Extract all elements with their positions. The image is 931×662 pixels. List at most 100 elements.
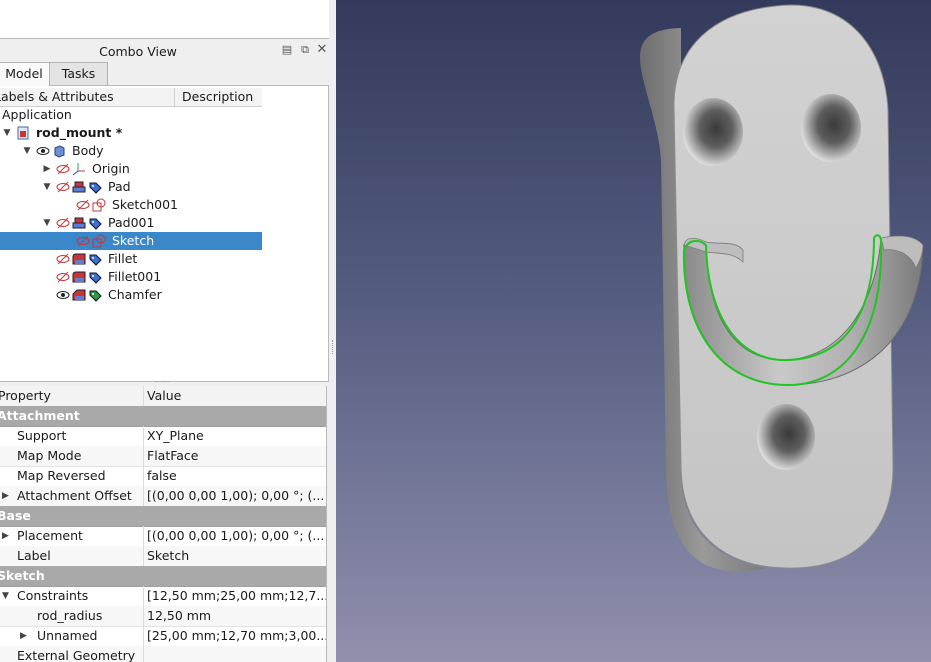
collapse-arrow-icon[interactable]: ▼ (42, 214, 52, 232)
property-row-constraints[interactable]: ▼ Constraints [12,50 mm;25,00 mm;12,7... (0, 586, 326, 607)
expand-arrow-icon[interactable]: ▶ (2, 486, 9, 506)
property-name: rod_radius (0, 606, 144, 626)
header-property[interactable]: Property (0, 386, 144, 406)
header-description[interactable]: Description (182, 88, 262, 106)
header-value[interactable]: Value (144, 386, 326, 406)
horizontal-splitter[interactable] (0, 380, 328, 385)
tab-model[interactable]: Model (0, 62, 50, 86)
pad-icon (72, 216, 86, 230)
model-tree[interactable]: Labels & Attributes Description Applicat… (0, 85, 329, 382)
property-row-external-geometry[interactable]: External Geometry (0, 646, 326, 662)
property-value[interactable]: [(0,00 0,00 1,00); 0,00 °; (... (144, 526, 326, 546)
hidden-eye-icon[interactable] (56, 216, 70, 230)
property-value[interactable]: false (144, 466, 326, 486)
tree-item-label: Application (2, 107, 72, 122)
float-icon[interactable]: ▤ (281, 44, 293, 56)
property-value[interactable] (144, 646, 326, 662)
property-header: Property Value (0, 386, 326, 407)
property-name: Map Mode (0, 446, 144, 466)
upper-panel (0, 0, 330, 39)
tree-item-pad001[interactable]: ▼ Pad001 (0, 214, 262, 232)
axes-icon (72, 162, 86, 176)
combo-view-title: Combo View (99, 44, 177, 59)
property-name: ▶ Placement (0, 526, 144, 546)
tree-item-label: Sketch001 (112, 197, 178, 212)
tree-item-label: Origin (92, 161, 130, 176)
eye-icon[interactable] (56, 288, 70, 302)
tag-icon (88, 180, 102, 194)
property-row-label[interactable]: Label Sketch (0, 546, 326, 567)
document-icon (16, 126, 30, 140)
property-editor[interactable]: Property Value Attachment Support XY_Plane… (0, 386, 327, 662)
property-name-label: Constraints (17, 588, 89, 603)
property-name: External Geometry (0, 646, 144, 662)
vertical-splitter[interactable] (329, 0, 336, 662)
tree-item-origin[interactable]: ▶ Origin (0, 160, 262, 178)
property-value[interactable]: [25,00 mm;12,70 mm;3,00... (144, 626, 326, 646)
property-group-base[interactable]: Base (0, 506, 326, 527)
close-icon[interactable]: ✕ (316, 43, 328, 56)
property-value[interactable]: [(0,00 0,00 1,00); 0,00 °; (... (144, 486, 326, 506)
property-group-label: Sketch (0, 568, 45, 583)
expand-arrow-icon[interactable]: ▶ (2, 526, 9, 546)
property-group-sketch[interactable]: Sketch (0, 566, 326, 587)
collapse-arrow-icon[interactable]: ▼ (42, 178, 52, 196)
collapse-arrow-icon[interactable]: ▼ (22, 142, 32, 160)
tag-icon (88, 216, 102, 230)
tree-item-fillet[interactable]: Fillet (0, 250, 262, 268)
sketch-icon (92, 198, 106, 212)
property-name-label: Unnamed (37, 628, 98, 643)
tree-item-rod-mount[interactable]: ▼ rod_mount * (0, 124, 262, 142)
tree-item-sketch001[interactable]: Sketch001 (0, 196, 262, 214)
property-name-label: Map Reversed (17, 468, 106, 483)
header-labels[interactable]: Labels & Attributes (0, 88, 175, 106)
collapse-arrow-icon[interactable]: ▼ (2, 586, 9, 606)
tree-item-label: Fillet (108, 251, 138, 266)
property-value[interactable]: XY_Plane (144, 426, 326, 446)
tab-tasks[interactable]: Tasks (49, 62, 108, 85)
eye-icon[interactable] (36, 144, 50, 158)
tree-item-body[interactable]: ▼ Body (0, 142, 262, 160)
property-name-label: Label (17, 548, 51, 563)
hidden-eye-icon[interactable] (76, 198, 90, 212)
property-name: Label (0, 546, 144, 566)
hidden-eye-icon[interactable] (56, 270, 70, 284)
bottom-hole (757, 404, 815, 470)
property-value[interactable]: [12,50 mm;25,00 mm;12,7... (144, 586, 326, 606)
property-row-rod-radius[interactable]: rod_radius 12,50 mm (0, 606, 326, 627)
tree-item-sketch[interactable]: Sketch (0, 232, 262, 250)
undock-icon[interactable]: ⧉ (299, 44, 311, 56)
tree-item-fillet001[interactable]: Fillet001 (0, 268, 262, 286)
property-row-unnamed[interactable]: ▶ Unnamed [25,00 mm;12,70 mm;3,00... (0, 626, 326, 647)
property-group-attachment[interactable]: Attachment (0, 406, 326, 427)
expand-arrow-icon[interactable]: ▶ (42, 160, 52, 178)
hidden-eye-icon[interactable] (76, 234, 90, 248)
property-value[interactable]: FlatFace (144, 446, 326, 466)
property-row-attachment-offset[interactable]: ▶ Attachment Offset [(0,00 0,00 1,00); 0,0… (0, 486, 326, 507)
property-row-map-reversed[interactable]: Map Reversed false (0, 466, 326, 487)
property-value[interactable]: Sketch (144, 546, 326, 566)
tree-item-chamfer[interactable]: Chamfer (0, 286, 262, 304)
property-name-label: Support (17, 428, 67, 443)
tree-item-label: rod_mount * (36, 125, 123, 140)
left-panel: Combo View ▤ ⧉ ✕ Model Tasks Labels & At… (0, 0, 336, 662)
hidden-eye-icon[interactable] (56, 162, 70, 176)
property-name-label: External Geometry (17, 648, 136, 662)
hidden-eye-icon[interactable] (56, 252, 70, 266)
property-row-placement[interactable]: ▶ Placement [(0,00 0,00 1,00); 0,00 °; (..… (0, 526, 326, 547)
property-name-label: Placement (17, 528, 83, 543)
property-name: ▼ Constraints (0, 586, 144, 606)
tree-item-label: Chamfer (108, 287, 162, 302)
property-value[interactable]: 12,50 mm (144, 606, 326, 626)
property-name-label: Attachment Offset (17, 488, 132, 503)
3d-viewport[interactable] (336, 0, 931, 662)
tree-item-application[interactable]: Application (0, 106, 262, 124)
tree-item-pad[interactable]: ▼ Pad (0, 178, 262, 196)
property-row-map-mode[interactable]: Map Mode FlatFace (0, 446, 326, 467)
hidden-eye-icon[interactable] (56, 180, 70, 194)
tree-item-label: Pad001 (108, 215, 155, 230)
expand-arrow-icon[interactable]: ▶ (20, 626, 27, 646)
collapse-arrow-icon[interactable]: ▼ (2, 124, 12, 142)
chamfer-icon (72, 288, 86, 302)
property-row-support[interactable]: Support XY_Plane (0, 426, 326, 447)
